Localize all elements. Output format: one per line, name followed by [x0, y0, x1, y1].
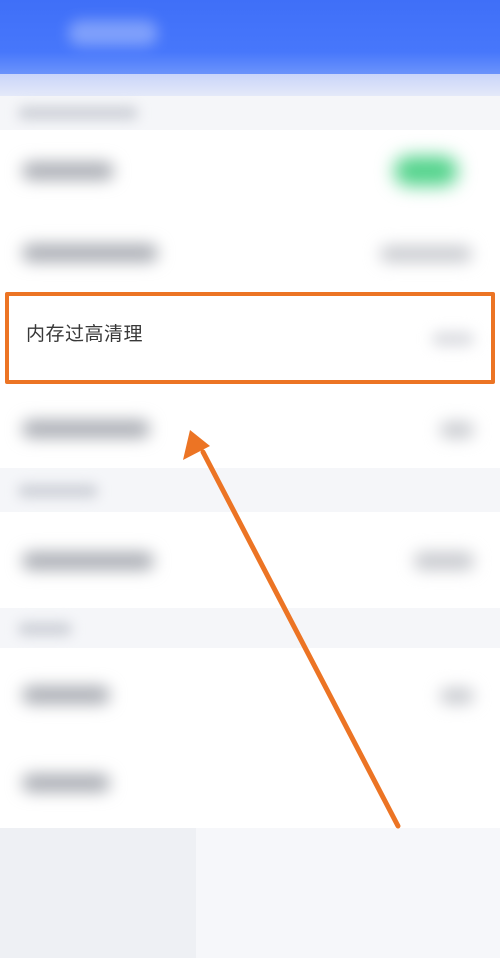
- list-item-label-blurred: [22, 686, 110, 704]
- list-item-label-blurred: [22, 244, 158, 262]
- bottom-area: [0, 828, 500, 958]
- list-item[interactable]: [0, 210, 500, 294]
- app-bar-title-blurred: [68, 20, 158, 46]
- section-header-text-blurred: [18, 622, 72, 636]
- list-item-value-blurred: [380, 246, 472, 262]
- list-item[interactable]: [0, 648, 500, 738]
- list-item[interactable]: [0, 384, 500, 468]
- list-item[interactable]: [0, 512, 500, 608]
- list-item-value-blurred: [414, 552, 474, 570]
- section-header-text-blurred: [18, 484, 98, 498]
- section-header: [0, 608, 500, 648]
- list-item[interactable]: [0, 130, 500, 210]
- list-item-label-blurred: [22, 162, 114, 180]
- list-item-value-blurred: [440, 422, 474, 438]
- list-item-label-blurred: [22, 774, 110, 792]
- list-item-label-blurred: [22, 552, 154, 570]
- section-header-text-blurred: [18, 106, 138, 120]
- list-item-label-blurred: [22, 420, 150, 438]
- list-item[interactable]: [0, 738, 500, 828]
- bottom-panel: [0, 828, 196, 958]
- highlight-box: [5, 292, 495, 384]
- app-bar: [0, 0, 500, 74]
- section-header: [0, 470, 500, 510]
- list-item-value-blurred: [440, 688, 474, 704]
- toggle-switch[interactable]: [394, 156, 458, 186]
- section-header: [0, 96, 500, 130]
